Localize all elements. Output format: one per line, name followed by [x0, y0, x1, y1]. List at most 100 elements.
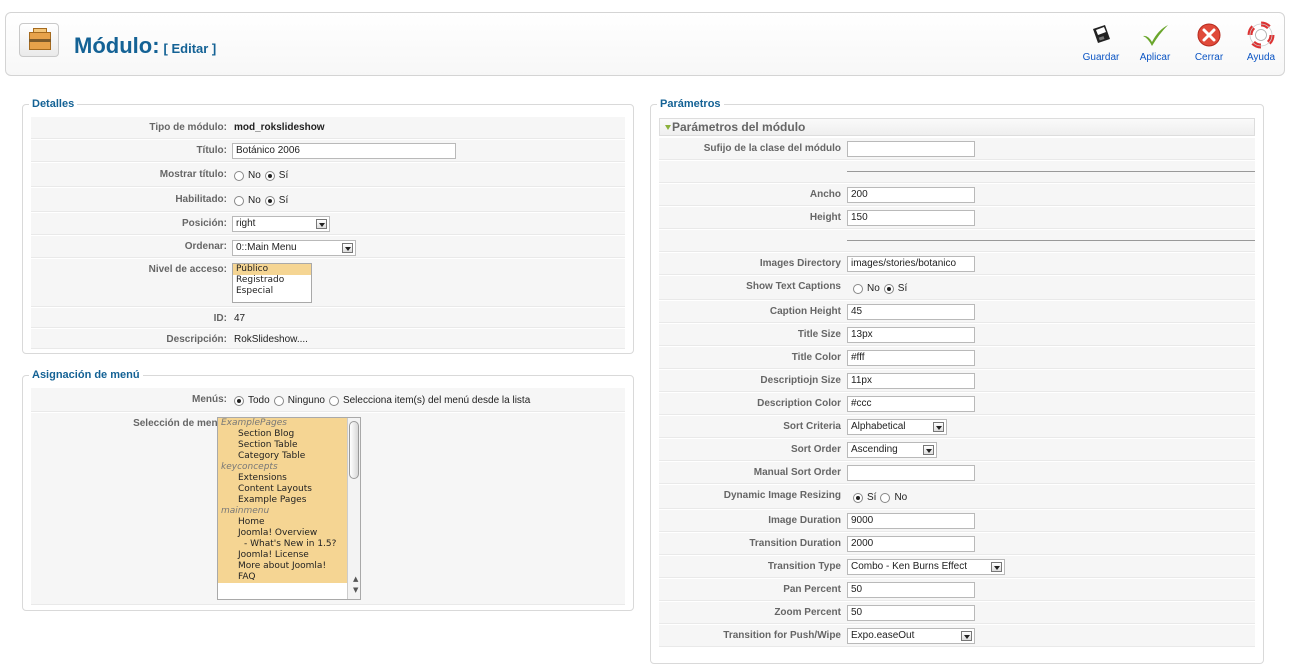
module-parameters-title: Parámetros del módulo — [672, 120, 806, 134]
row-description: Descripción: RokSlideshow.... — [31, 329, 625, 349]
triangle-down-icon — [665, 125, 671, 130]
menu-selection-listbox[interactable]: ExamplePages Section Blog Section Table Cat… — [217, 417, 361, 600]
position-label: Posición: — [181, 218, 227, 229]
help-button[interactable]: Ayuda — [1236, 21, 1286, 73]
menu-item[interactable]: Section Table — [218, 440, 360, 451]
zoom-percent-input[interactable]: 50 — [847, 605, 975, 621]
close-button[interactable]: Cerrar — [1184, 21, 1234, 73]
menu-list-scroll-thumb[interactable] — [349, 421, 359, 479]
menus-select-radio[interactable] — [328, 395, 339, 406]
menu-item[interactable]: Section Blog — [218, 429, 360, 440]
image-duration-label: Image Duration — [768, 515, 841, 526]
row-transition-duration: Transition Duration 2000 — [659, 533, 1255, 555]
menu-group-label[interactable]: keyconcepts — [218, 462, 360, 473]
row-transition-type: Transition Type Combo - Ken Burns Effect — [659, 556, 1255, 578]
details-legend: Detalles — [29, 98, 78, 110]
menu-item[interactable]: More about Joomla! — [218, 561, 360, 572]
position-value: right — [236, 218, 256, 229]
scroll-up-icon[interactable]: ▲ — [350, 574, 360, 585]
title-size-input[interactable]: 13px — [847, 327, 975, 343]
class-suffix-input[interactable] — [847, 141, 975, 157]
menu-item[interactable]: Joomla! Overview — [218, 528, 360, 539]
sort-criteria-label: Sort Criteria — [783, 421, 841, 432]
height-input[interactable]: 150 — [847, 210, 975, 226]
enabled-yes-radio[interactable] — [264, 195, 275, 206]
dynamic-resizing-yes-radio[interactable] — [853, 492, 863, 503]
chevron-down-icon — [342, 243, 353, 253]
module-icon — [19, 23, 59, 57]
module-type-value: mod_rokslideshow — [234, 122, 325, 133]
page-title: Módulo:[ Editar ] — [74, 33, 216, 59]
access-level-listbox[interactable]: Público Registrado Especial — [232, 263, 312, 303]
save-icon — [1093, 25, 1110, 43]
position-select[interactable]: right — [232, 216, 330, 232]
menu-group-label[interactable]: mainmenu — [218, 506, 360, 517]
row-show-title: Mostrar título: No Sí — [31, 163, 625, 187]
menu-item[interactable]: Joomla! License — [218, 550, 360, 561]
order-select[interactable]: 0::Main Menu — [232, 240, 356, 256]
menu-group-label[interactable]: ExamplePages — [218, 418, 360, 429]
sort-criteria-value: Alphabetical — [851, 421, 906, 432]
parameters-panel: Parámetros Parámetros del módulo Sufijo … — [650, 98, 1264, 664]
transition-duration-input[interactable]: 2000 — [847, 536, 975, 552]
description-value: RokSlideshow.... — [234, 334, 308, 345]
title-input[interactable]: Botánico 2006 — [232, 143, 456, 159]
row-description-color: Description Color #ccc — [659, 393, 1255, 415]
menu-list-scrollbar[interactable]: ▲ ▼ — [347, 418, 360, 599]
order-label: Ordenar: — [184, 241, 227, 252]
menu-item[interactable]: FAQ — [218, 572, 360, 583]
module-parameters-header[interactable]: Parámetros del módulo — [659, 118, 1255, 136]
description-size-input[interactable]: 11px — [847, 373, 975, 389]
menu-assignment-panel: Asignación de menú Menús: Todo Ninguno S… — [22, 369, 634, 611]
pan-percent-input[interactable]: 50 — [847, 582, 975, 598]
row-title-size: Title Size 13px — [659, 324, 1255, 346]
dynamic-resizing-yes-label: Sí — [867, 492, 877, 503]
enabled-no-label: No — [248, 195, 261, 206]
caption-height-input[interactable]: 45 — [847, 304, 975, 320]
menu-item[interactable]: Extensions — [218, 473, 360, 484]
show-title-no-radio[interactable] — [234, 170, 244, 181]
width-input[interactable]: 200 — [847, 187, 975, 203]
access-option-special[interactable]: Especial — [233, 286, 311, 297]
menu-item[interactable]: - What's New in 1.5? — [218, 539, 360, 550]
id-value: 47 — [234, 313, 246, 324]
menu-item[interactable]: Category Table — [218, 451, 360, 462]
transition-type-select[interactable]: Combo - Ken Burns Effect — [847, 559, 1005, 575]
title-size-label: Title Size — [797, 329, 841, 340]
menu-item[interactable]: Home — [218, 517, 360, 528]
save-button[interactable]: Guardar — [1076, 21, 1126, 73]
title-label: Título: — [196, 145, 227, 156]
menus-all-radio[interactable] — [234, 395, 244, 406]
manual-sort-order-input[interactable] — [847, 465, 975, 481]
dynamic-resizing-no-label: No — [894, 492, 908, 503]
description-color-input[interactable]: #ccc — [847, 396, 975, 412]
show-title-yes-label: Sí — [278, 170, 289, 181]
apply-button[interactable]: Aplicar — [1130, 21, 1180, 73]
row-position: Posición: right — [31, 213, 625, 235]
row-module-type: Tipo de módulo: mod_rokslideshow — [31, 117, 625, 139]
sort-criteria-select[interactable]: Alphabetical — [847, 419, 947, 435]
dynamic-resizing-no-radio[interactable] — [880, 492, 891, 503]
show-title-yes-radio[interactable] — [264, 170, 275, 181]
menu-item[interactable]: Content Layouts — [218, 484, 360, 495]
access-option-registered[interactable]: Registrado — [233, 275, 311, 286]
show-captions-yes-radio[interactable] — [883, 283, 894, 294]
menus-label: Menús: — [192, 394, 227, 405]
access-option-public[interactable]: Público — [233, 264, 311, 275]
menu-item[interactable]: Example Pages — [218, 495, 360, 506]
scroll-down-icon[interactable]: ▼ — [350, 585, 360, 596]
sort-order-select[interactable]: Ascending — [847, 442, 937, 458]
images-directory-input[interactable]: images/stories/botanico — [847, 256, 975, 272]
title-color-input[interactable]: #fff — [847, 350, 975, 366]
push-wipe-select[interactable]: Expo.easeOut — [847, 628, 975, 644]
row-sort-criteria: Sort Criteria Alphabetical — [659, 416, 1255, 438]
page-subtitle: [ Editar ] — [163, 41, 217, 56]
image-duration-input[interactable]: 9000 — [847, 513, 975, 529]
menu-assignment-legend: Asignación de menú — [29, 369, 143, 381]
show-captions-no-radio[interactable] — [853, 283, 863, 294]
menus-none-radio[interactable] — [273, 395, 284, 406]
enabled-no-radio[interactable] — [234, 195, 244, 206]
row-show-captions: Show Text Captions No Sí — [659, 276, 1255, 300]
apply-label: Aplicar — [1139, 52, 1171, 63]
separator-1 — [847, 171, 1255, 172]
